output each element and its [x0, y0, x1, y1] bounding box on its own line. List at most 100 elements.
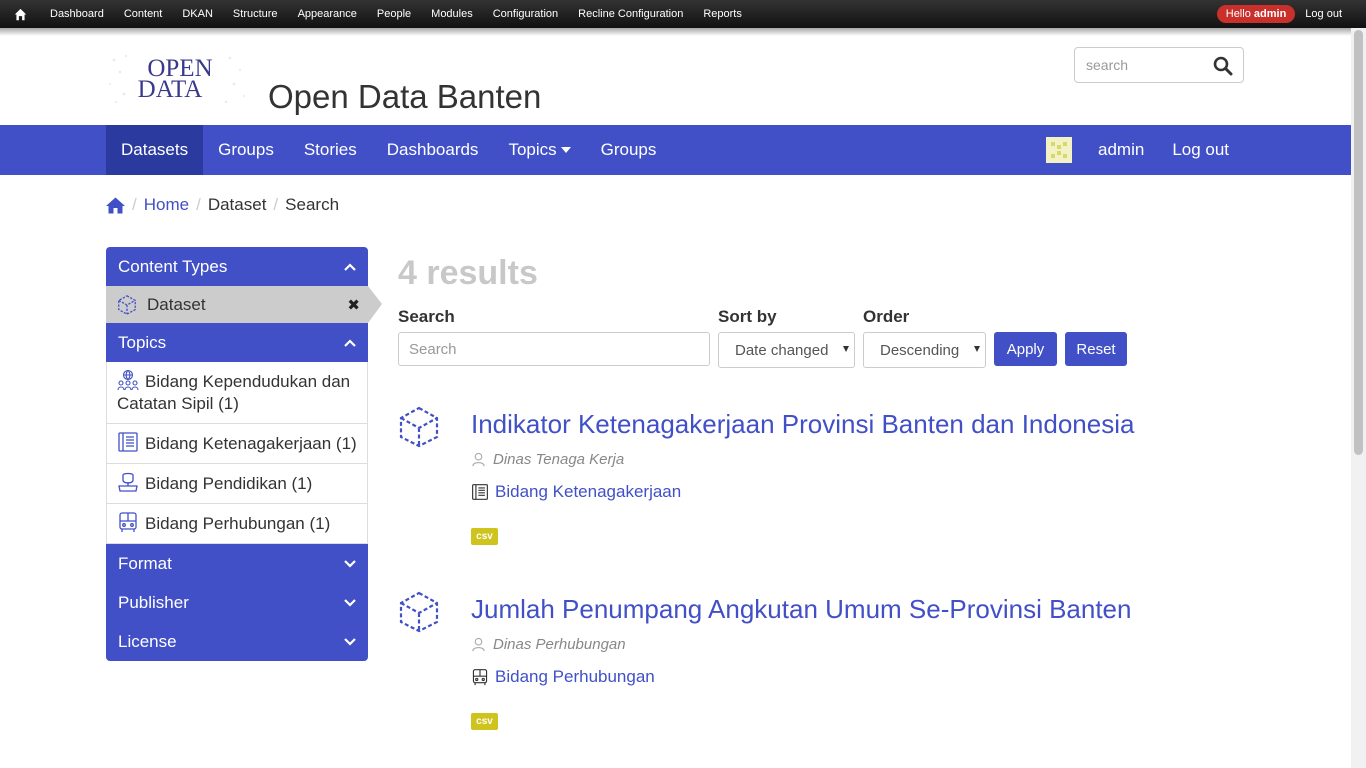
- breadcrumb-separator: /: [132, 195, 137, 214]
- apply-button[interactable]: Apply: [994, 332, 1057, 366]
- sort-by-label: Sort by: [718, 307, 777, 326]
- search-label: Search: [398, 307, 455, 326]
- education-icon: [118, 472, 138, 492]
- nav-dashboards[interactable]: Dashboards: [372, 125, 494, 175]
- toolbar-shadow: [0, 28, 1366, 36]
- facet-topics-title: Topics: [118, 332, 167, 352]
- hello-prefix: Hello: [1225, 8, 1251, 20]
- admin-logout-link[interactable]: Log out: [1305, 8, 1342, 20]
- admin-menu-dkan[interactable]: DKAN: [172, 0, 223, 28]
- sort-by-value: Date changed: [735, 341, 829, 359]
- admin-menu-recline-configuration[interactable]: Recline Configuration: [568, 0, 693, 28]
- select-arrow-icon: [843, 346, 849, 352]
- facet-topics-header[interactable]: Topics: [106, 323, 368, 362]
- chevron-down-icon: [344, 598, 356, 607]
- format-badge-csv[interactable]: csv: [471, 528, 498, 545]
- nav-user-name[interactable]: admin: [1084, 140, 1158, 160]
- result-topic-link[interactable]: Bidang Perhubungan: [471, 667, 655, 687]
- dataset-cube-icon: [399, 591, 439, 633]
- admin-menu-content[interactable]: Content: [114, 0, 173, 28]
- nav-logout[interactable]: Log out: [1158, 140, 1243, 160]
- admin-menu-structure[interactable]: Structure: [223, 0, 288, 28]
- logo-text-data: DATA: [138, 76, 203, 103]
- result-title-link[interactable]: Jumlah Penumpang Angkutan Umum Se-Provin…: [471, 594, 1131, 625]
- topic-item-ketenagakerjaan[interactable]: Bidang Ketenagakerjaan (1): [106, 424, 368, 464]
- result-item: Indikator Ketenagakerjaan Provinsi Bante…: [398, 406, 1298, 556]
- facet-content-types-header[interactable]: Content Types: [106, 247, 368, 286]
- bus-icon: [119, 512, 137, 532]
- admin-home-icon[interactable]: [0, 0, 40, 28]
- topic-item-kependudukan[interactable]: Bidang Kependudukan dan Catatan Sipil (1…: [106, 362, 368, 424]
- publisher-icon: [472, 452, 485, 467]
- dataset-cube-icon: [399, 406, 439, 448]
- site-name[interactable]: Open Data Banten: [268, 78, 541, 116]
- active-facet-label: Dataset: [147, 294, 206, 314]
- publisher-name: Dinas Tenaga Kerja: [493, 451, 625, 468]
- results-search-input[interactable]: [398, 332, 710, 366]
- nav-topics-label: Topics: [508, 140, 557, 159]
- topic-label: Bidang Pendidikan (1): [145, 474, 313, 493]
- nav-topics-dropdown[interactable]: Topics: [493, 125, 585, 175]
- chevron-down-icon: [344, 559, 356, 568]
- nav-groups[interactable]: Groups: [203, 125, 289, 175]
- remove-facet-icon[interactable]: ✖: [347, 296, 360, 314]
- facet-publisher-title: Publisher: [118, 592, 189, 612]
- admin-menu-configuration[interactable]: Configuration: [483, 0, 568, 28]
- bus-icon: [472, 669, 488, 686]
- site-logo[interactable]: OPEN DATA: [106, 50, 248, 108]
- order-label: Order: [863, 307, 910, 326]
- population-icon: [117, 369, 139, 391]
- home-icon[interactable]: [106, 197, 125, 214]
- topic-item-perhubungan[interactable]: Bidang Perhubungan (1): [106, 504, 368, 544]
- admin-menu-dashboard[interactable]: Dashboard: [40, 0, 114, 28]
- nav-datasets[interactable]: Datasets: [106, 125, 204, 175]
- hello-user-badge[interactable]: Hello admin: [1216, 5, 1296, 23]
- admin-menu: Dashboard Content DKAN Structure Appeara…: [40, 0, 752, 28]
- facet-license-title: License: [118, 631, 177, 651]
- results-count: 4 results: [398, 254, 538, 292]
- topic-label: Bidang Perhubungan (1): [145, 514, 331, 533]
- result-topic-label: Bidang Perhubungan: [495, 667, 655, 686]
- facet-sidebar: Content Types Dataset ✖ Topics Bidang Ke…: [106, 247, 382, 661]
- chevron-down-icon: [344, 637, 356, 646]
- breadcrumb: / Home / Dataset / Search: [106, 195, 339, 215]
- caret-down-icon: [560, 146, 571, 153]
- active-facet-dataset: Dataset ✖: [106, 286, 382, 323]
- admin-toolbar: Dashboard Content DKAN Structure Appeara…: [0, 0, 1366, 28]
- facet-format-title: Format: [118, 553, 172, 573]
- topic-label: Bidang Ketenagakerjaan (1): [145, 434, 357, 453]
- admin-menu-reports[interactable]: Reports: [693, 0, 752, 28]
- result-topic-label: Bidang Ketenagakerjaan: [495, 482, 682, 501]
- sort-by-select[interactable]: Date changed: [718, 332, 855, 368]
- search-icon[interactable]: [1213, 56, 1233, 76]
- publisher-name: Dinas Perhubungan: [493, 636, 626, 653]
- result-publisher: Dinas Perhubungan: [471, 636, 626, 653]
- header-search-input[interactable]: [1086, 50, 1212, 80]
- nav-stories[interactable]: Stories: [289, 125, 372, 175]
- publisher-icon: [472, 637, 485, 652]
- breadcrumb-home[interactable]: Home: [144, 195, 189, 215]
- facet-format-header[interactable]: Format: [106, 544, 368, 583]
- admin-menu-appearance[interactable]: Appearance: [288, 0, 367, 28]
- nav-groups-2[interactable]: Groups: [586, 125, 672, 175]
- admin-menu-modules[interactable]: Modules: [421, 0, 483, 28]
- hello-username: admin: [1253, 8, 1287, 20]
- format-badge-csv[interactable]: csv: [471, 713, 498, 730]
- topic-item-pendidikan[interactable]: Bidang Pendidikan (1): [106, 464, 368, 504]
- topic-label: Bidang Kependudukan dan Catatan Sipil (1…: [117, 372, 351, 413]
- avatar[interactable]: [1046, 137, 1072, 163]
- avatar-identicon-icon: [1051, 142, 1067, 158]
- order-value: Descending: [880, 341, 960, 359]
- facet-publisher-header[interactable]: Publisher: [106, 583, 368, 622]
- scrollbar-thumb[interactable]: [1354, 30, 1363, 455]
- book-icon: [118, 432, 138, 452]
- result-topic-link[interactable]: Bidang Ketenagakerjaan: [471, 482, 681, 502]
- main-navbar: Datasets Groups Stories Dashboards Topic…: [0, 125, 1351, 175]
- page-scrollbar[interactable]: [1351, 28, 1366, 768]
- facet-license-header[interactable]: License: [106, 622, 368, 661]
- order-select[interactable]: Descending: [863, 332, 986, 368]
- reset-button[interactable]: Reset: [1065, 332, 1127, 366]
- admin-menu-people[interactable]: People: [367, 0, 421, 28]
- book-icon: [472, 484, 488, 500]
- result-title-link[interactable]: Indikator Ketenagakerjaan Provinsi Bante…: [471, 409, 1134, 440]
